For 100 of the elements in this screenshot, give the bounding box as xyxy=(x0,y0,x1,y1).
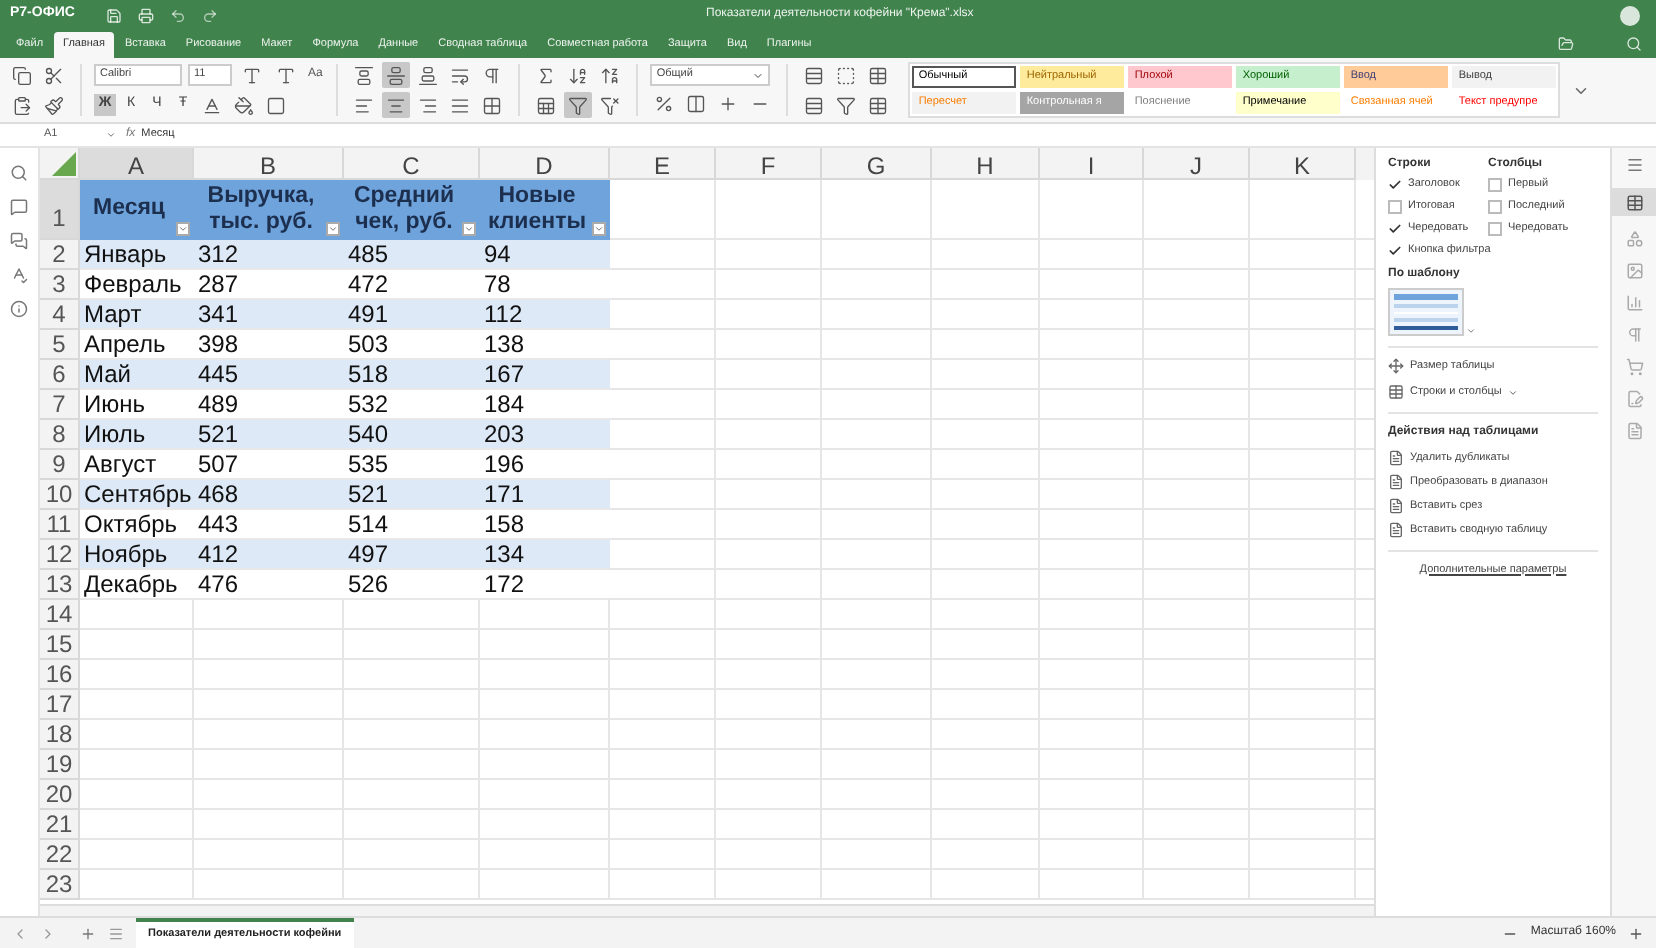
redo-icon xyxy=(202,7,218,23)
table-cell: 158 xyxy=(480,510,610,540)
row-header[interactable]: 2 xyxy=(40,240,80,270)
avatar-icon[interactable] xyxy=(1620,5,1640,25)
checkbox[interactable] xyxy=(1388,244,1402,258)
caret-icon xyxy=(1466,326,1476,336)
row-header[interactable]: 9 xyxy=(40,450,80,480)
search-icon xyxy=(10,164,28,182)
caret-icon xyxy=(752,69,765,81)
row-header[interactable]: 12 xyxy=(40,540,80,570)
funnel-icon[interactable] xyxy=(832,92,861,118)
table-cell: 196 xyxy=(480,450,610,480)
table-settings-icon[interactable] xyxy=(1611,188,1656,216)
column-header[interactable]: A xyxy=(80,148,194,180)
table-cell: 398 xyxy=(194,330,344,360)
paragraph-settings-icon xyxy=(1625,326,1643,344)
column-header[interactable]: K xyxy=(1250,148,1356,180)
row-header[interactable]: 20 xyxy=(40,780,80,810)
table-cell: Август xyxy=(80,450,194,480)
table-cell: Февраль xyxy=(80,270,194,300)
printer-icon xyxy=(138,7,154,23)
table-cell: Январь xyxy=(80,240,194,270)
document-icon xyxy=(1388,522,1404,539)
table-cell: 521 xyxy=(194,420,344,450)
row-header[interactable]: 3 xyxy=(40,270,80,300)
column-header[interactable]: I xyxy=(1040,148,1144,180)
previous-sheet-icon xyxy=(12,925,28,941)
document-icon xyxy=(1625,422,1643,440)
row-header[interactable]: 16 xyxy=(40,660,80,690)
checkbox[interactable] xyxy=(1388,222,1402,236)
row-header[interactable]: 14 xyxy=(40,600,80,630)
row-header[interactable]: 23 xyxy=(40,870,80,900)
table-cell: 507 xyxy=(194,450,344,480)
document-icon xyxy=(1388,473,1404,490)
table-cell: 540 xyxy=(344,420,480,450)
table-cell: 518 xyxy=(344,360,480,390)
align-top-icon[interactable] xyxy=(350,62,379,88)
row-header[interactable]: 4 xyxy=(40,300,80,330)
column-header[interactable]: G xyxy=(822,148,932,180)
table-cell: 167 xyxy=(480,360,610,390)
row-header[interactable]: 18 xyxy=(40,720,80,750)
fill-color-icon[interactable] xyxy=(230,92,258,118)
table-cell: 514 xyxy=(344,510,480,540)
brush-icon[interactable] xyxy=(40,92,68,118)
table-cell: 491 xyxy=(344,300,480,330)
align-bottom-icon[interactable] xyxy=(414,62,443,88)
table-cell: 497 xyxy=(344,540,480,570)
table-cell: Июль xyxy=(80,420,194,450)
filter-icon[interactable] xyxy=(564,92,593,118)
checkbox[interactable] xyxy=(1488,222,1502,236)
row-header[interactable]: 22 xyxy=(40,840,80,870)
table-cell: 138 xyxy=(480,330,610,360)
table-cell: 526 xyxy=(344,570,480,600)
column-header[interactable]: J xyxy=(1144,148,1250,180)
borders-icon[interactable] xyxy=(262,92,290,118)
checkbox[interactable] xyxy=(1388,178,1402,192)
horizontal-scrollbar[interactable] xyxy=(40,904,1374,916)
table-cell: Октябрь xyxy=(80,510,194,540)
table-template-preview[interactable] xyxy=(1388,288,1464,336)
table-cell: Май xyxy=(80,360,194,390)
table-icon xyxy=(1388,384,1404,401)
column-header[interactable]: H xyxy=(932,148,1040,180)
column-header[interactable]: D xyxy=(480,148,610,180)
row-header[interactable]: 1 xyxy=(40,180,80,240)
checkbox[interactable] xyxy=(1488,200,1502,214)
chart-settings-icon xyxy=(1625,294,1643,312)
table-cell: 171 xyxy=(480,480,610,510)
column-header[interactable]: F xyxy=(716,148,822,180)
checkbox[interactable] xyxy=(1388,200,1402,214)
caret-icon xyxy=(1507,387,1518,398)
row-header[interactable]: 19 xyxy=(40,750,80,780)
row-header[interactable]: 8 xyxy=(40,420,80,450)
row-header[interactable]: 10 xyxy=(40,480,80,510)
table-header-cell: Месяц xyxy=(93,196,165,222)
search-icon xyxy=(1626,36,1642,52)
column-header[interactable]: B xyxy=(194,148,344,180)
row-header[interactable]: 15 xyxy=(40,630,80,660)
column-header[interactable]: C xyxy=(344,148,480,180)
table-cell: 535 xyxy=(344,450,480,480)
align-middle-icon[interactable] xyxy=(382,62,411,88)
row-header[interactable]: 21 xyxy=(40,810,80,840)
table-cell: 489 xyxy=(194,390,344,420)
table-cell: 412 xyxy=(194,540,344,570)
row-header[interactable]: 5 xyxy=(40,330,80,360)
row-header[interactable]: 11 xyxy=(40,510,80,540)
copy-icon[interactable] xyxy=(8,62,36,88)
sheet-list-icon xyxy=(108,925,124,941)
align-center-icon[interactable] xyxy=(382,92,411,118)
row-header[interactable]: 17 xyxy=(40,690,80,720)
table-cell: 94 xyxy=(480,240,610,270)
column-header[interactable]: E xyxy=(610,148,716,180)
row-header[interactable]: 6 xyxy=(40,360,80,390)
table-cell: 112 xyxy=(480,300,610,330)
caret-icon xyxy=(106,130,116,140)
caret-icon xyxy=(328,224,338,234)
row-header[interactable]: 7 xyxy=(40,390,80,420)
table-header-cell-text: Новые клиенты xyxy=(485,183,589,235)
table-cell: Июнь xyxy=(80,390,194,420)
checkbox[interactable] xyxy=(1488,178,1502,192)
row-header[interactable]: 13 xyxy=(40,570,80,600)
